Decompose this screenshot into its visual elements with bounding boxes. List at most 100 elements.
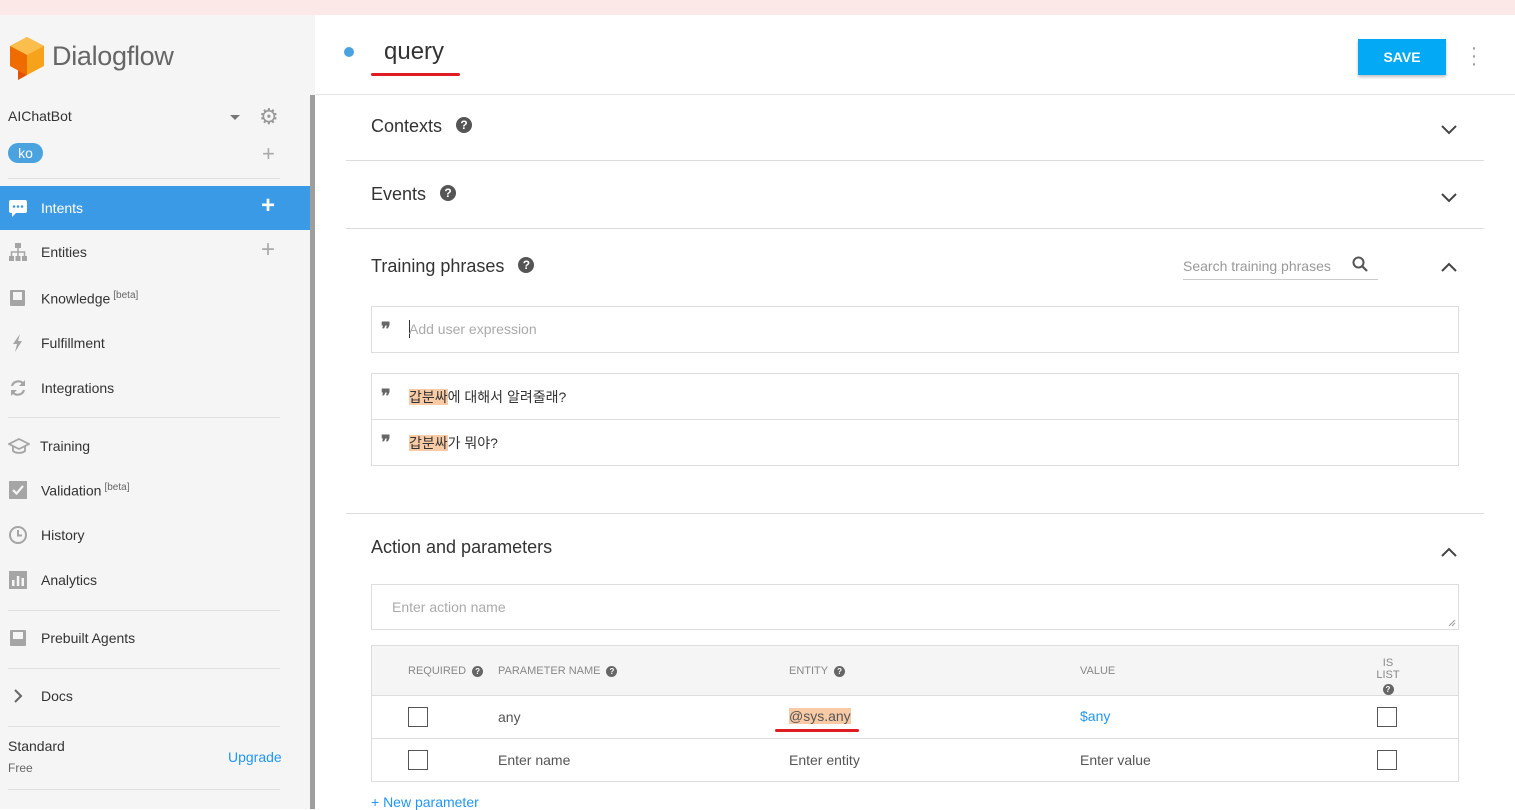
divider bbox=[346, 228, 1484, 229]
sidebar-item-integrations[interactable]: Integrations bbox=[0, 366, 310, 410]
sidebar-item-label: Analytics bbox=[41, 572, 98, 588]
sidebar-item-label: History bbox=[41, 527, 85, 543]
agent-name[interactable]: AIChatBot bbox=[8, 108, 72, 124]
entity-highlight[interactable]: 갑분싸 bbox=[409, 389, 448, 405]
chevron-up-icon[interactable] bbox=[1440, 543, 1458, 561]
sidebar-item-label: Knowledge [beta] bbox=[41, 290, 139, 307]
chevron-down-icon[interactable] bbox=[1440, 189, 1458, 207]
help-icon[interactable]: ? bbox=[518, 257, 535, 274]
sidebar-item-label: Docs bbox=[41, 688, 73, 704]
is-list-checkbox[interactable] bbox=[1377, 750, 1397, 770]
table-row: Enter name Enter entity Enter value bbox=[372, 739, 1458, 782]
plan-name: Standard bbox=[8, 738, 65, 754]
entity-highlight[interactable]: 갑분싸 bbox=[409, 435, 448, 451]
help-icon[interactable]: ? bbox=[472, 666, 484, 677]
quote-icon: ❞ bbox=[381, 386, 391, 407]
list-item[interactable]: ❞ 갑분싸에 대해서 알려줄래? bbox=[372, 374, 1458, 420]
column-entity: ENTITY? bbox=[789, 665, 846, 677]
parameters-table: REQUIRED? PARAMETER NAME? ENTITY? VALUE … bbox=[371, 645, 1459, 782]
is-list-checkbox[interactable] bbox=[1377, 707, 1397, 727]
sidebar-scrollbar[interactable] bbox=[310, 95, 315, 809]
sidebar-item-history[interactable]: History bbox=[0, 513, 310, 557]
section-contexts[interactable]: Contexts? bbox=[371, 116, 473, 137]
required-checkbox[interactable] bbox=[408, 707, 428, 727]
dialogflow-logo bbox=[10, 37, 44, 80]
sidebar-item-fulfillment[interactable]: Fulfillment bbox=[0, 321, 310, 365]
section-training-phrases[interactable]: Training phrases? bbox=[371, 256, 535, 277]
sitemap-icon bbox=[8, 242, 28, 262]
divider bbox=[8, 417, 280, 418]
app-name: Dialogflow bbox=[52, 41, 174, 71]
sidebar-item-label: Entities bbox=[41, 244, 87, 260]
divider bbox=[8, 668, 280, 669]
sidebar-item-intents[interactable]: Intents + bbox=[0, 186, 310, 230]
sidebar-item-knowledge[interactable]: Knowledge [beta] bbox=[0, 276, 310, 320]
divider bbox=[8, 789, 280, 790]
divider bbox=[346, 513, 1484, 514]
chevron-up-icon[interactable] bbox=[1440, 258, 1458, 276]
intent-name[interactable]: query bbox=[384, 38, 444, 66]
entity-input[interactable]: Enter entity bbox=[789, 752, 860, 768]
divider bbox=[8, 610, 280, 611]
parameter-name-input[interactable]: Enter name bbox=[498, 752, 570, 768]
sidebar-item-validation[interactable]: Validation [beta] bbox=[0, 468, 310, 512]
annotation-underline bbox=[775, 729, 859, 732]
help-icon[interactable]: ? bbox=[456, 117, 473, 134]
language-badge[interactable]: ko bbox=[8, 143, 43, 163]
sidebar-item-label: Validation [beta] bbox=[41, 482, 130, 499]
intent-header bbox=[315, 15, 1515, 95]
resize-handle-icon[interactable] bbox=[1448, 619, 1456, 627]
help-icon[interactable]: ? bbox=[1382, 684, 1394, 695]
list-item[interactable]: ❞ 갑분싸가 뭐야? bbox=[372, 420, 1458, 466]
sidebar-item-analytics[interactable]: Analytics bbox=[0, 558, 310, 602]
add-entity-icon[interactable]: + bbox=[261, 238, 275, 262]
add-intent-icon[interactable]: + bbox=[261, 194, 275, 218]
parameter-name-cell[interactable]: any bbox=[498, 709, 521, 725]
chevron-down-icon[interactable] bbox=[230, 115, 240, 120]
required-checkbox[interactable] bbox=[408, 750, 428, 770]
add-expression-placeholder: Add user expression bbox=[409, 321, 537, 337]
help-icon[interactable]: ? bbox=[606, 666, 618, 677]
column-parameter-name: PARAMETER NAME? bbox=[498, 665, 618, 677]
lightning-icon bbox=[8, 333, 28, 353]
sidebar-item-label: Integrations bbox=[41, 380, 115, 396]
validation-icon bbox=[8, 480, 28, 500]
clock-icon bbox=[8, 525, 28, 545]
sidebar-item-docs[interactable]: Docs bbox=[0, 674, 310, 718]
sidebar-item-prebuilt-agents[interactable]: Prebuilt Agents bbox=[0, 616, 310, 660]
sync-icon bbox=[8, 378, 28, 398]
add-language-icon[interactable]: + bbox=[262, 143, 275, 165]
value-input[interactable]: Enter value bbox=[1080, 752, 1151, 768]
more-vert-icon[interactable]: · · · bbox=[1466, 38, 1482, 74]
column-value: VALUE bbox=[1080, 665, 1116, 677]
action-name-input[interactable]: Enter action name bbox=[371, 584, 1459, 630]
chevron-down-icon[interactable] bbox=[1440, 121, 1458, 139]
divider bbox=[8, 178, 280, 179]
analytics-icon bbox=[8, 570, 28, 590]
add-expression-field[interactable]: ❞ Add user expression bbox=[371, 306, 1459, 353]
plan-tier: Free bbox=[8, 761, 33, 775]
section-action-parameters[interactable]: Action and parameters bbox=[371, 537, 552, 558]
beta-badge: [beta] bbox=[104, 482, 130, 493]
search-training-input[interactable]: Search training phrases bbox=[1183, 256, 1378, 280]
value-cell[interactable]: $any bbox=[1080, 708, 1110, 724]
training-phrase-list: ❞ 갑분싸에 대해서 알려줄래? ❞ 갑분싸가 뭐야? bbox=[371, 373, 1459, 466]
chevron-right-icon bbox=[8, 686, 28, 706]
book-icon bbox=[8, 288, 28, 308]
divider bbox=[8, 726, 280, 727]
save-button[interactable]: SAVE bbox=[1358, 39, 1446, 75]
new-parameter-link[interactable]: + New parameter bbox=[371, 794, 479, 810]
upgrade-link[interactable]: Upgrade bbox=[228, 749, 282, 765]
annotation-underline bbox=[371, 73, 460, 76]
sidebar-item-label: Fulfillment bbox=[41, 335, 105, 351]
help-icon[interactable]: ? bbox=[834, 666, 846, 677]
search-icon[interactable] bbox=[1352, 256, 1368, 272]
sidebar-item-label: Prebuilt Agents bbox=[41, 630, 136, 646]
table-header: REQUIRED? PARAMETER NAME? ENTITY? VALUE … bbox=[372, 646, 1458, 696]
sidebar-item-training[interactable]: Training bbox=[0, 424, 310, 468]
gear-icon[interactable]: ⚙ bbox=[259, 106, 279, 128]
help-icon[interactable]: ? bbox=[440, 185, 457, 202]
section-events[interactable]: Events? bbox=[371, 184, 457, 205]
sidebar-item-entities[interactable]: Entities + bbox=[0, 230, 310, 274]
entity-cell[interactable]: @sys.any bbox=[789, 708, 851, 724]
